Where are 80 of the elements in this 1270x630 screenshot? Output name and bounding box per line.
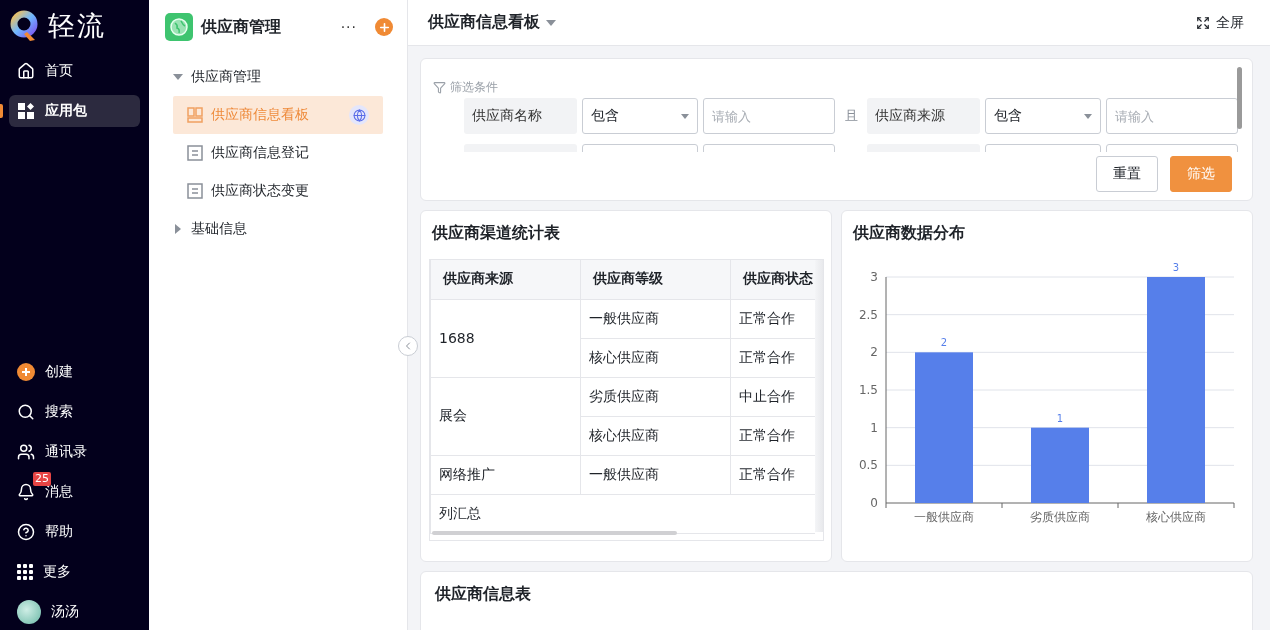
avatar (17, 600, 41, 624)
x-tick-label: 核心供应商 (1146, 510, 1206, 524)
nav-item[interactable]: 汤汤 (9, 596, 140, 628)
y-tick-label: 0 (870, 496, 878, 510)
nav-item[interactable]: 更多 (9, 556, 140, 588)
plus-icon (17, 363, 35, 381)
page-title: 供应商信息看板 (428, 12, 540, 33)
filter-title: 筛选条件 (450, 79, 498, 96)
table-cell: 核心供应商 (580, 416, 731, 455)
nav-item[interactable]: 创建 (9, 356, 140, 388)
bell-icon (17, 483, 35, 501)
panel-title: 供应商数据分布 (851, 223, 966, 244)
reset-button[interactable]: 重置 (1096, 156, 1158, 192)
apps-icon (17, 102, 35, 120)
plus-icon (377, 20, 391, 34)
nav-item[interactable]: 搜索 (9, 396, 140, 428)
table-cell: 网络推广 (430, 455, 581, 494)
tree-item[interactable]: 供应商状态变更 (173, 172, 383, 210)
y-tick-label: 3 (870, 270, 878, 284)
table-cell: 一般供应商 (580, 455, 731, 494)
fullscreen-button[interactable]: 全屏 (1196, 13, 1244, 32)
bar-value-label: 1 (1056, 412, 1064, 424)
expand-icon (1196, 15, 1210, 30)
tree-group[interactable]: 基础信息 (173, 210, 383, 248)
grid-icon (17, 564, 33, 580)
bar-value-label: 2 (940, 337, 948, 349)
filter-icon (433, 81, 446, 94)
filter-field-label: 供应商来源 (867, 98, 980, 134)
operator-select[interactable]: 包含 (582, 98, 698, 134)
y-tick-label: 2 (870, 345, 878, 360)
app-title: 供应商管理 (201, 16, 282, 38)
caret-down-icon[interactable] (546, 19, 556, 26)
y-tick-label: 0.5 (858, 458, 878, 473)
panel-title: 供应商信息表 (433, 584, 531, 603)
y-tick-label: 2.5 (858, 307, 878, 322)
contacts-icon (17, 443, 35, 461)
form-icon (187, 145, 203, 161)
y-tick-label: 1 (870, 420, 878, 435)
x-tick-label: 一般供应商 (914, 510, 974, 524)
table-cell: 展会 (430, 377, 581, 455)
input-field[interactable]: 请输入 (1106, 98, 1238, 134)
bar-value-label: 3 (1172, 262, 1180, 273)
collapse-button[interactable] (398, 336, 418, 356)
form-icon (187, 183, 203, 199)
x-tick-label: 劣质供应商 (1030, 510, 1090, 524)
y-tick-label: 1.5 (858, 383, 878, 397)
scrollbar[interactable] (432, 531, 677, 535)
more-menu[interactable]: ··· (340, 19, 357, 35)
tree-item[interactable]: 供应商信息登记 (173, 134, 383, 172)
caret-right-icon (173, 224, 183, 234)
caret-down-icon (1084, 113, 1092, 119)
search-icon (17, 403, 35, 421)
table-cell: 1688 (430, 299, 581, 377)
caret-down-icon (681, 113, 689, 119)
condition-joiner: 且 (843, 107, 859, 125)
filter-field-label: 供应商名称 (464, 98, 577, 134)
nav-item[interactable]: 通讯录 (9, 436, 140, 468)
table-cell: 一般供应商 (580, 299, 731, 338)
nav-item[interactable]: 首页 (9, 55, 140, 87)
table-cell: 劣质供应商 (580, 377, 731, 416)
brand-name: 轻流 (48, 9, 106, 43)
panel-title: 供应商渠道统计表 (430, 223, 561, 244)
caret-down-icon (173, 72, 183, 82)
scrollbar[interactable] (1237, 67, 1242, 129)
logo-icon (10, 10, 38, 42)
column-header: 供应商来源 (430, 260, 581, 299)
input-field[interactable]: 请输入 (703, 98, 835, 134)
table-cell: 核心供应商 (580, 338, 731, 377)
app-icon (165, 13, 193, 41)
nav-item[interactable]: 帮助 (9, 516, 140, 548)
column-header: 供应商等级 (580, 260, 731, 299)
dashboard-icon (187, 107, 203, 123)
help-icon (17, 523, 35, 541)
unread-badge: 25 (33, 472, 51, 486)
active-indicator (0, 104, 3, 118)
tree-group[interactable]: 供应商管理 (173, 58, 383, 96)
home-icon (17, 62, 35, 80)
operator-select[interactable]: 包含 (985, 98, 1101, 134)
add-button[interactable] (375, 18, 393, 36)
column-header: 供应商状态 (730, 260, 815, 299)
